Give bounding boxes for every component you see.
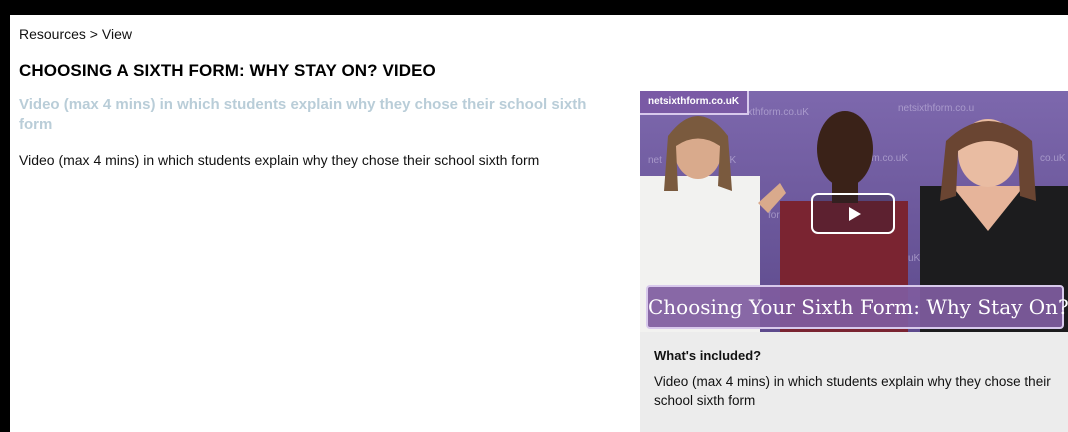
svg-text:uK: uK [908,253,921,264]
svg-text:netsixthform.co.u: netsixthform.co.u [898,103,974,114]
play-icon [849,207,861,221]
page-title: CHOOSING A SIXTH FORM: WHY STAY ON? VIDE… [19,61,436,80]
video-thumbnail[interactable]: sixthform.co.uK netsixthform.co.u rm.co.… [640,91,1068,332]
included-heading: What's included? [654,348,762,363]
included-text: Video (max 4 mins) in which students exp… [654,374,1051,408]
resource-card: sixthform.co.uK netsixthform.co.u rm.co.… [640,91,1068,432]
page-frame: Resources > View CHOOSING A SIXTH FORM: … [10,15,1068,432]
resource-description: Video (max 4 mins) in which students exp… [19,152,540,168]
svg-text:net: net [648,155,662,166]
svg-text:rm.co.uK: rm.co.uK [868,153,908,164]
breadcrumb[interactable]: Resources > View [19,26,132,42]
svg-text:co.uK: co.uK [1040,153,1066,164]
video-caption: Choosing Your Sixth Form: Why Stay On? [646,285,1068,329]
svg-text:sixthform.co.uK: sixthform.co.uK [740,107,809,118]
svg-text:for: for [768,210,780,221]
brand-tag: netsixthform.co.uK [640,91,750,115]
play-button[interactable] [811,193,895,234]
resource-subtitle: Video (max 4 mins) in which students exp… [19,96,587,133]
